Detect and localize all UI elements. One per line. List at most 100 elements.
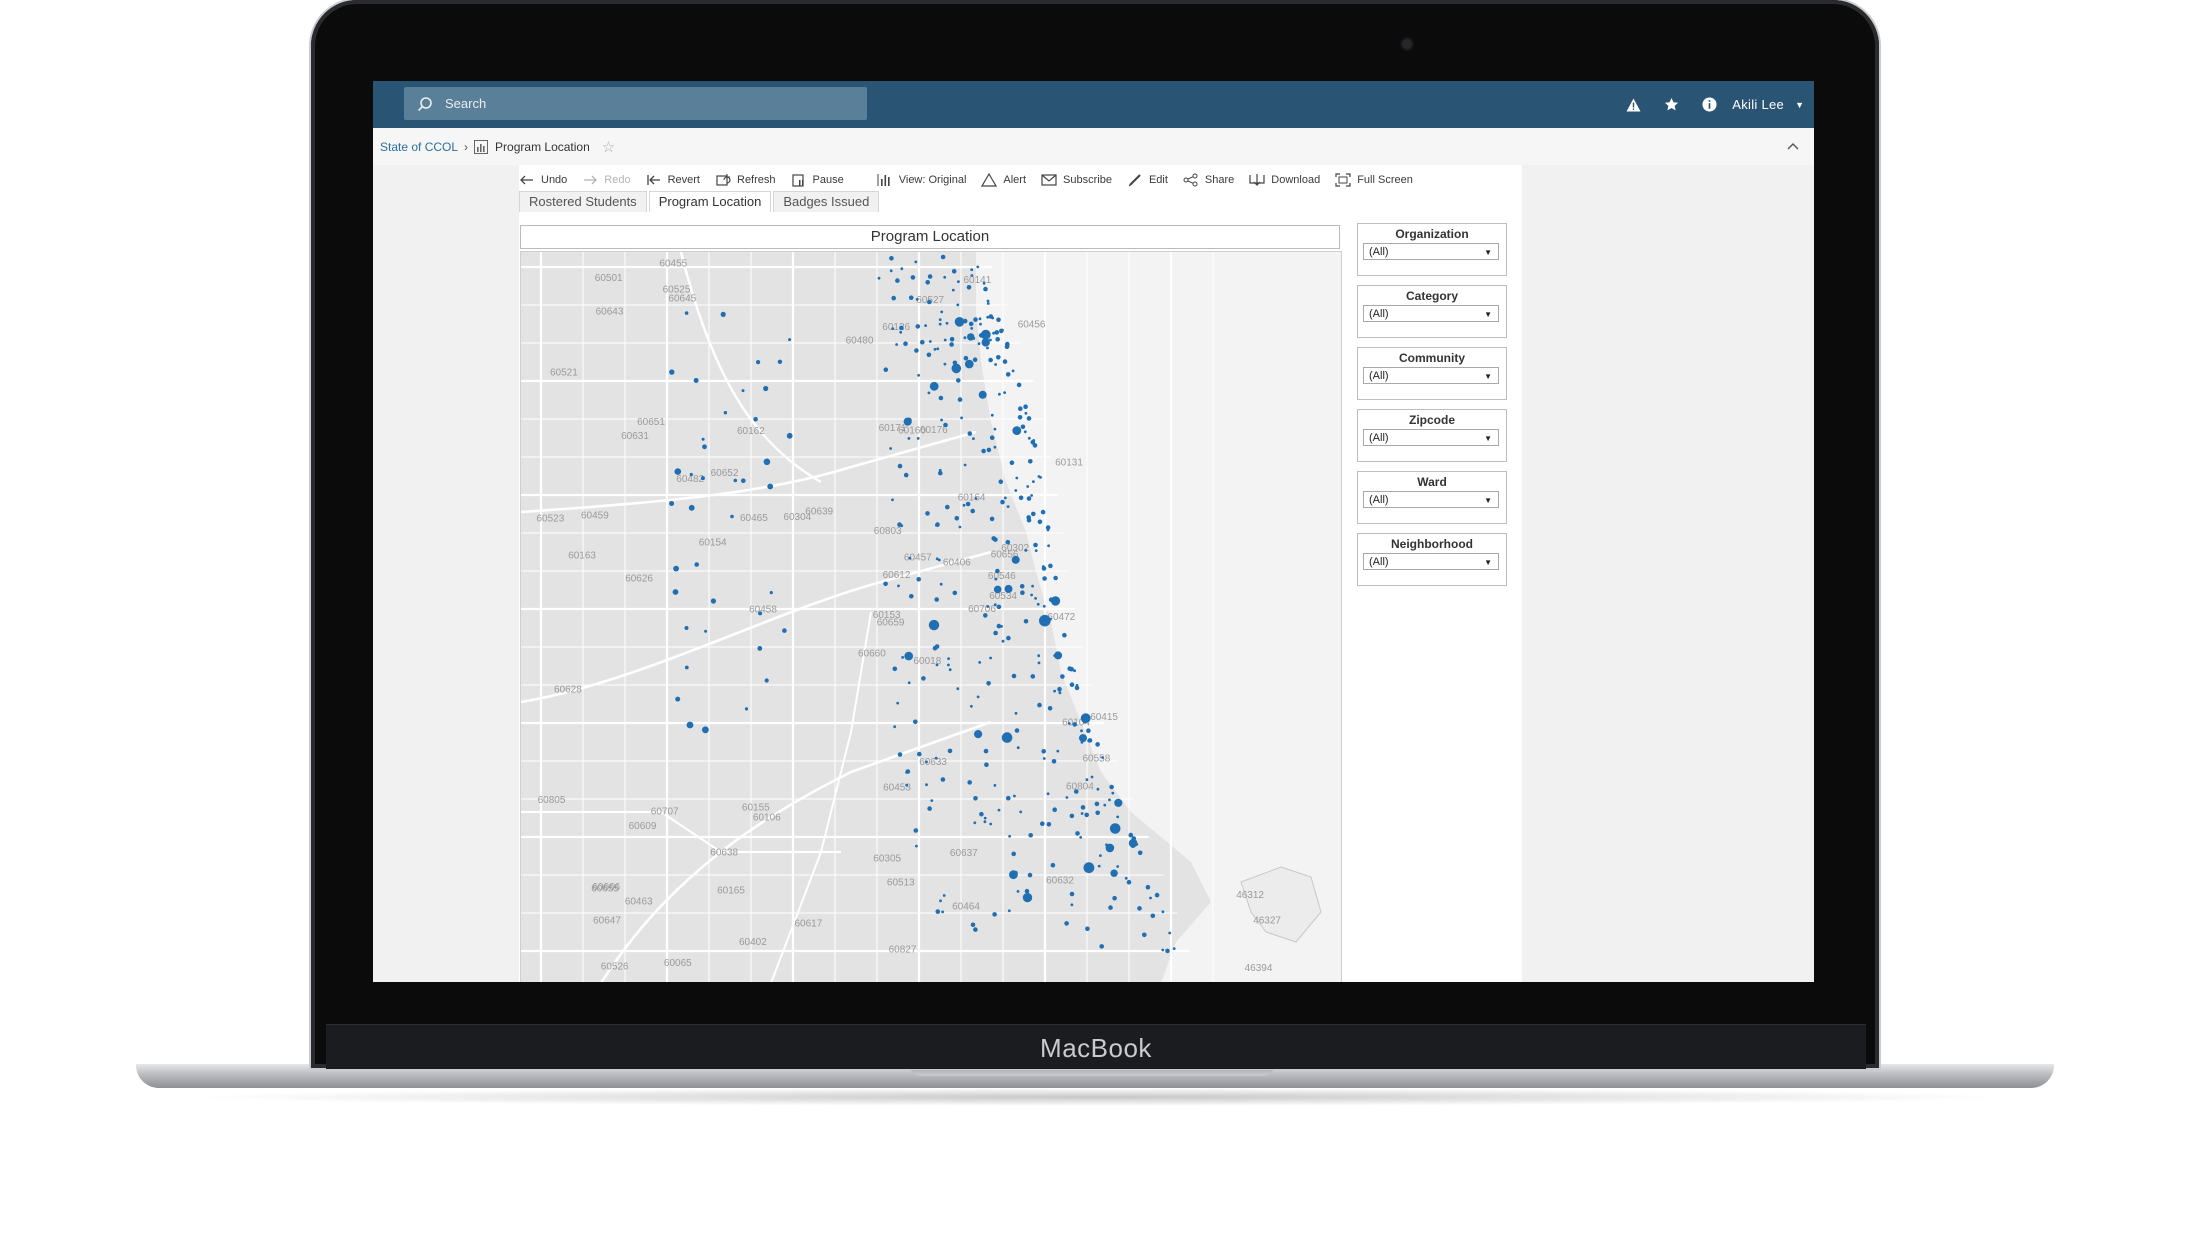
program-marker[interactable] (905, 783, 909, 787)
program-marker[interactable] (952, 590, 958, 596)
program-marker[interactable] (917, 373, 920, 377)
program-marker[interactable] (988, 357, 993, 363)
program-marker[interactable] (1016, 746, 1020, 750)
program-marker[interactable] (1030, 593, 1033, 597)
alerts-button[interactable] (1614, 98, 1652, 112)
program-marker[interactable] (947, 657, 950, 660)
program-marker[interactable] (973, 317, 978, 322)
program-marker[interactable] (1047, 706, 1053, 711)
program-marker[interactable] (1032, 480, 1035, 483)
program-marker[interactable] (700, 476, 705, 481)
program-marker[interactable] (974, 730, 983, 739)
program-marker[interactable] (978, 333, 984, 338)
program-marker[interactable] (945, 321, 949, 325)
program-marker[interactable] (1042, 576, 1047, 581)
program-marker[interactable] (938, 318, 942, 321)
program-marker[interactable] (1085, 778, 1089, 782)
program-marker[interactable] (688, 504, 695, 511)
pause-button[interactable]: Pause (791, 173, 844, 187)
program-marker[interactable] (1024, 411, 1028, 415)
program-marker[interactable] (1079, 836, 1083, 839)
program-marker[interactable] (993, 585, 1002, 594)
program-marker[interactable] (942, 894, 946, 897)
map-canvas[interactable]: 6001860631606596066660656601066017660706… (521, 252, 1341, 982)
program-marker[interactable] (1149, 896, 1152, 900)
program-marker[interactable] (903, 472, 909, 478)
program-marker[interactable] (982, 281, 986, 285)
program-marker[interactable] (702, 726, 709, 734)
program-marker[interactable] (937, 558, 941, 562)
program-marker[interactable] (979, 322, 982, 326)
program-marker[interactable] (1006, 635, 1011, 641)
program-marker[interactable] (1087, 738, 1093, 743)
program-marker[interactable] (1003, 496, 1007, 500)
program-marker[interactable] (1126, 879, 1132, 885)
program-marker[interactable] (883, 367, 889, 372)
program-marker[interactable] (1150, 913, 1156, 919)
program-marker[interactable] (1137, 906, 1142, 911)
program-marker[interactable] (965, 501, 971, 507)
program-marker[interactable] (1023, 430, 1027, 434)
program-marker[interactable] (1016, 382, 1022, 388)
program-marker[interactable] (1069, 891, 1075, 897)
program-marker[interactable] (994, 330, 1000, 335)
program-marker[interactable] (929, 381, 939, 391)
program-marker[interactable] (996, 355, 1001, 360)
program-marker[interactable] (935, 522, 940, 527)
program-marker[interactable] (786, 432, 793, 439)
program-marker[interactable] (1026, 485, 1030, 488)
program-marker[interactable] (1005, 372, 1011, 377)
program-marker[interactable] (970, 274, 974, 277)
program-marker[interactable] (1137, 850, 1143, 856)
program-marker[interactable] (983, 613, 988, 618)
program-marker[interactable] (744, 707, 749, 711)
program-marker[interactable] (935, 663, 939, 667)
share-button[interactable]: Share (1183, 173, 1234, 187)
program-marker[interactable] (1020, 590, 1025, 595)
program-marker[interactable] (956, 378, 961, 383)
program-marker[interactable] (943, 422, 948, 428)
program-marker[interactable] (763, 458, 771, 466)
program-marker[interactable] (686, 721, 694, 729)
program-marker[interactable] (1011, 851, 1016, 857)
program-marker[interactable] (989, 516, 995, 522)
program-marker[interactable] (1000, 499, 1005, 505)
program-marker[interactable] (974, 497, 978, 500)
program-marker[interactable] (973, 927, 978, 932)
program-marker[interactable] (1007, 909, 1011, 913)
program-marker[interactable] (994, 363, 997, 366)
program-marker[interactable] (723, 411, 728, 415)
program-marker[interactable] (1032, 443, 1038, 448)
program-marker[interactable] (978, 317, 982, 321)
program-marker[interactable] (921, 676, 926, 681)
program-marker[interactable] (973, 796, 978, 801)
program-marker[interactable] (1094, 801, 1100, 807)
program-marker[interactable] (758, 611, 763, 616)
program-marker[interactable] (1069, 813, 1075, 819)
program-marker[interactable] (672, 589, 679, 595)
program-marker[interactable] (1037, 654, 1041, 658)
program-marker[interactable] (1101, 756, 1104, 759)
program-marker[interactable] (983, 820, 987, 824)
collapse-chevron-icon[interactable] (1786, 139, 1800, 153)
program-marker[interactable] (927, 274, 933, 279)
program-marker[interactable] (757, 646, 763, 651)
program-marker[interactable] (893, 725, 897, 729)
refresh-button[interactable]: Refresh (715, 173, 776, 187)
program-marker[interactable] (1051, 759, 1057, 764)
breadcrumb-project-link[interactable]: State of CCOL (380, 140, 458, 154)
program-marker[interactable] (1001, 639, 1005, 643)
program-marker[interactable] (956, 687, 960, 691)
program-marker[interactable] (970, 922, 976, 928)
program-marker[interactable] (1026, 517, 1032, 523)
program-marker[interactable] (925, 760, 928, 764)
program-marker[interactable] (1047, 544, 1050, 548)
program-marker[interactable] (1031, 584, 1034, 588)
zipcode-dropdown[interactable]: (All) ▼ (1363, 429, 1499, 446)
program-marker[interactable] (938, 322, 942, 326)
program-marker[interactable] (1050, 862, 1056, 868)
program-marker[interactable] (954, 516, 960, 521)
program-marker[interactable] (1109, 823, 1121, 834)
program-marker[interactable] (941, 910, 944, 914)
program-marker[interactable] (983, 748, 989, 754)
